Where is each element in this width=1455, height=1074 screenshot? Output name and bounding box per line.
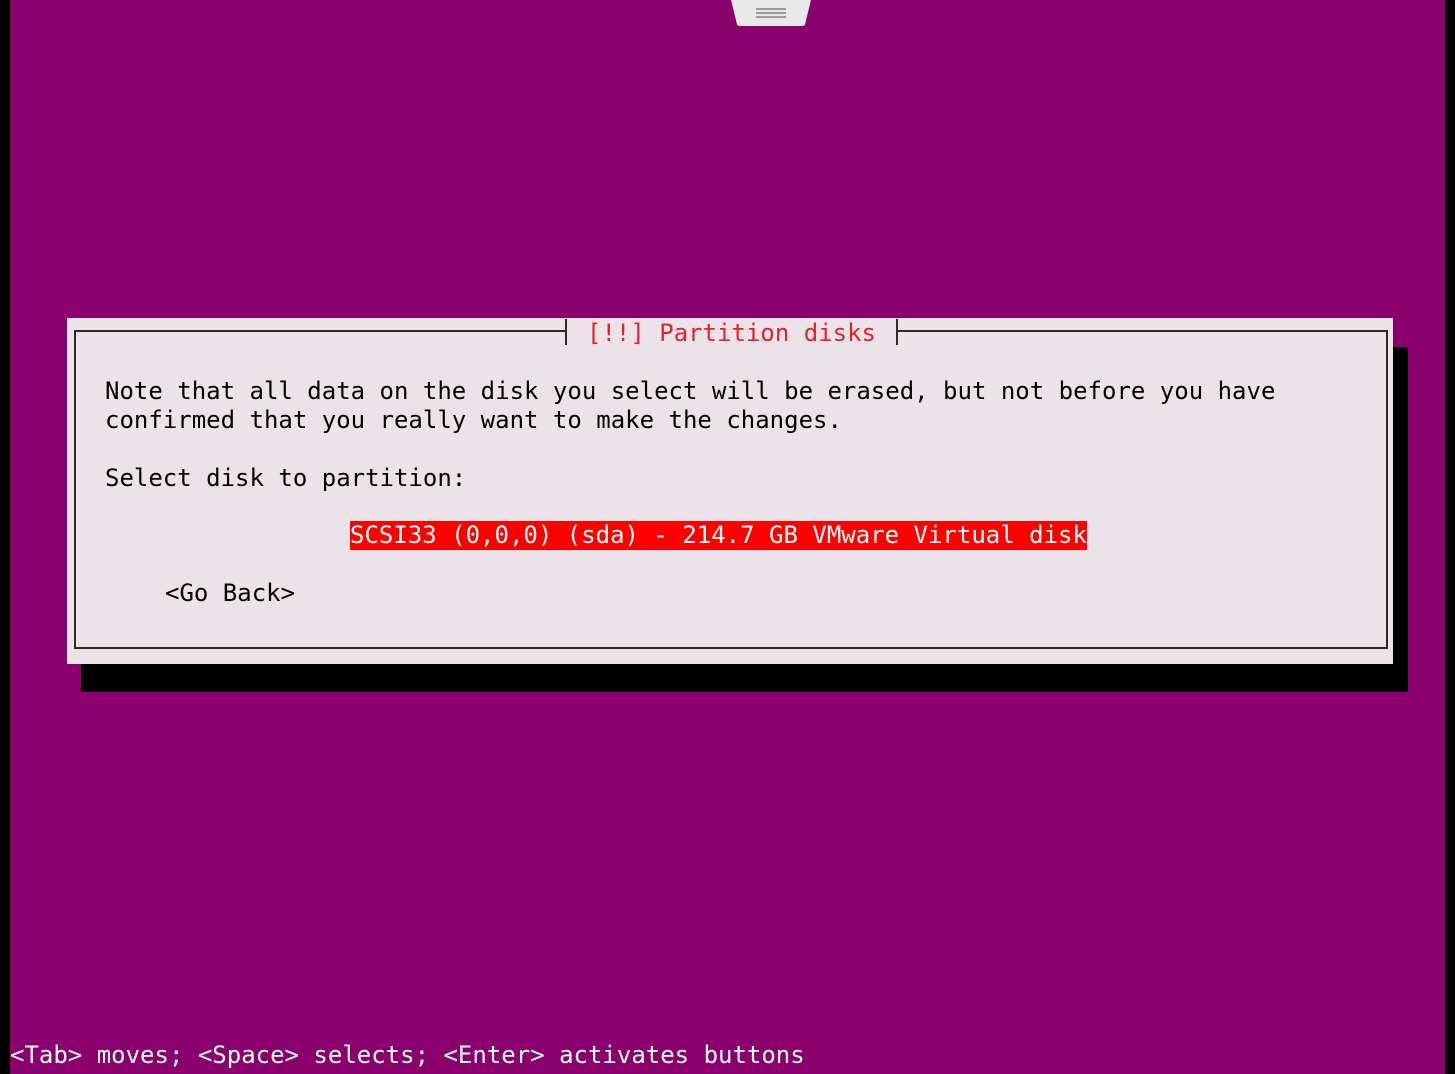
dialog-title: [!!] Partition disks: [565, 318, 898, 348]
screen-edge-marker: [1445, 1039, 1455, 1074]
dialog-description-line-1: Note that all data on the disk you selec…: [105, 377, 1276, 405]
installer-screen: [!!] Partition disks Note that all data …: [10, 0, 1445, 1074]
vm-toolbar-tab[interactable]: [731, 0, 811, 26]
disk-option-sda[interactable]: SCSI33 (0,0,0) (sda) - 214.7 GB VMware V…: [350, 521, 1087, 550]
keyboard-help-line: <Tab> moves; <Space> selects; <Enter> ac…: [10, 1041, 805, 1069]
select-disk-prompt: Select disk to partition:: [105, 464, 467, 492]
menu-handle-icon: [756, 8, 786, 18]
partition-disks-dialog: [!!] Partition disks Note that all data …: [67, 318, 1393, 664]
go-back-button[interactable]: <Go Back>: [165, 579, 295, 608]
dialog-description-line-2: confirmed that you really want to make t…: [105, 406, 842, 434]
